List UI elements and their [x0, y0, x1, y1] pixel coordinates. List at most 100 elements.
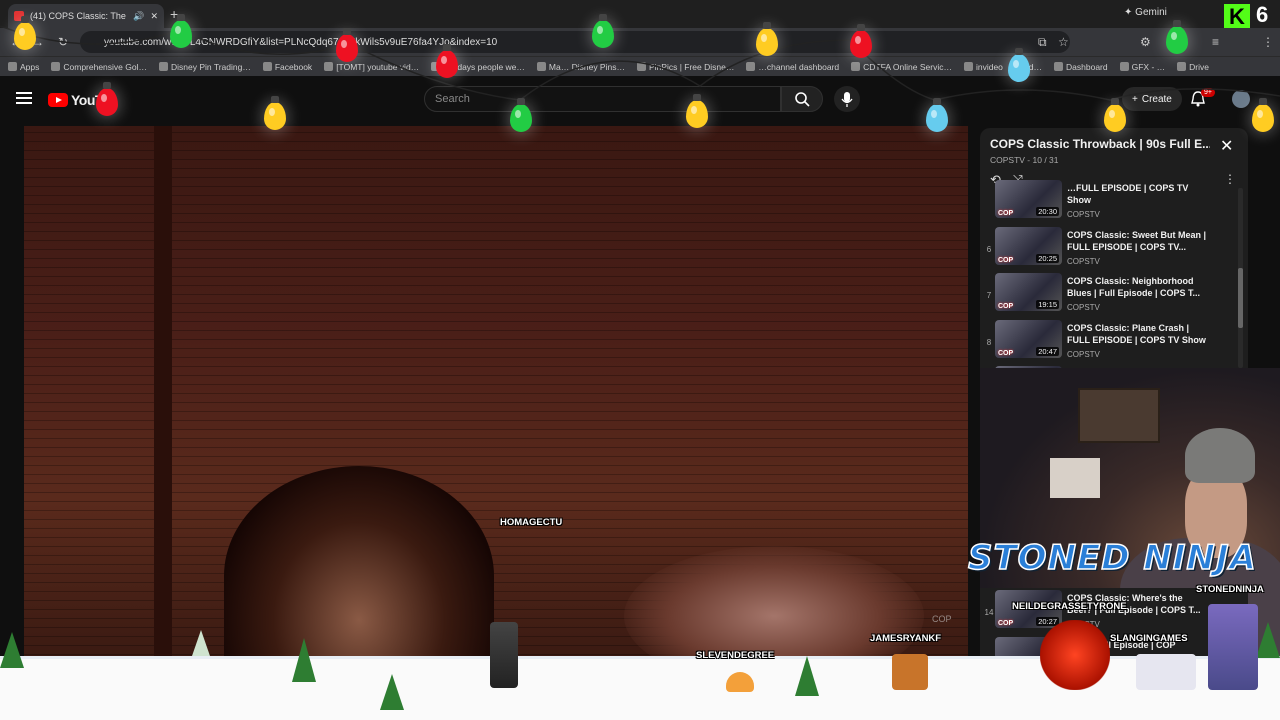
- screen: (41) COPS Classic: The Losi 🔊 ✕ + ✦ Gemi…: [0, 0, 1280, 720]
- bookmark-item[interactable]: Facebook: [262, 62, 312, 72]
- bookmark-label: Ma… Disney Pins…: [548, 61, 625, 72]
- playlist-item-channel: COPSTV: [1067, 210, 1100, 219]
- cop-logo: COP: [998, 620, 1014, 627]
- playlist-item[interactable]: 6 COP 20:25 COPS Classic: Sweet But Mean | …: [980, 225, 1238, 271]
- bookmark-item[interactable]: GFX - …: [1119, 62, 1165, 72]
- kick-count: 6: [1256, 2, 1269, 27]
- bookmark-star-icon[interactable]: ☆: [1058, 35, 1069, 49]
- light-bulb: [264, 96, 286, 130]
- tree-icon: [0, 632, 24, 668]
- close-playlist-icon[interactable]: ✕: [1220, 136, 1233, 156]
- playlist-item-thumbnail[interactable]: COP 20:47: [995, 319, 1062, 358]
- light-bulb: [510, 98, 532, 132]
- bookmark-favicon-icon: [636, 62, 646, 71]
- playlist-item-thumbnail[interactable]: COP 19:15: [995, 273, 1062, 311]
- tree-icon: [1256, 622, 1280, 658]
- kebab-icon[interactable]: ⋮: [1262, 35, 1274, 49]
- url-bar[interactable]: youtube.com/w… =L4GNWRDGfiY&list=PLNcQdq…: [80, 31, 1070, 53]
- bookmark-item[interactable]: Dashboard: [1054, 62, 1108, 72]
- bookmark-item[interactable]: CDTFA Online Servic…: [851, 62, 952, 72]
- tree-icon: [292, 638, 316, 682]
- tab-title: (41) COPS Classic: The Losi: [30, 11, 127, 21]
- plus-icon: +: [1132, 93, 1138, 105]
- bookmark-favicon-icon: [8, 62, 17, 71]
- avatar-sprite-soldier: [490, 622, 518, 688]
- bookmark-favicon-icon: [1054, 62, 1064, 71]
- search-input[interactable]: Search: [424, 86, 781, 112]
- avatar[interactable]: [1232, 90, 1250, 108]
- bookmark-label: Dashboard: [1066, 61, 1108, 72]
- microphone-icon: [841, 92, 853, 107]
- playlist-item-title[interactable]: …FULL EPISODE | COPS TV Show: [1067, 182, 1207, 206]
- light-bulb: [170, 14, 192, 48]
- gemini-label: Gemini: [1135, 7, 1167, 18]
- voice-search-button[interactable]: [834, 86, 860, 112]
- playlist-item[interactable]: COP 20:30 …FULL EPISODE | COPS TV Show COPS…: [980, 178, 1238, 224]
- bookmark-favicon-icon: [324, 62, 334, 71]
- light-bulb: [14, 16, 36, 50]
- bookmark-item[interactable]: Drive: [1177, 62, 1209, 72]
- light-bulb: [850, 24, 872, 58]
- bookmark-favicon-icon: [1119, 62, 1129, 71]
- avatar-sprite-ironman: [1040, 620, 1110, 690]
- bookmark-item[interactable]: Ma… Disney Pins…: [536, 61, 625, 72]
- chat-name: JAMESRYANKF: [870, 633, 942, 644]
- bookmark-item[interactable]: Apps: [8, 62, 39, 72]
- light-bulb: [592, 14, 614, 48]
- browser-tabbar: (41) COPS Classic: The Losi 🔊 ✕ + ✦ Gemi…: [0, 0, 1280, 30]
- playlist-item-thumbnail[interactable]: COP 20:25: [995, 226, 1062, 265]
- playlist-item-title[interactable]: COPS Classic: Neighborhood Blues | Full …: [1067, 275, 1207, 299]
- bookmark-item[interactable]: PinPics | Free Disne…: [636, 61, 735, 72]
- reload-icon[interactable]: ↻: [58, 35, 68, 49]
- install-icon[interactable]: ⧉: [1038, 35, 1047, 50]
- playlist-item-channel: COPSTV: [1067, 349, 1100, 359]
- chat-name: SLANGINGAMES: [1110, 633, 1188, 644]
- playlist-item-title[interactable]: COPS Classic: Plane Crash | FULL EPISODE…: [1067, 322, 1207, 346]
- playlist-item-index: 8: [986, 337, 992, 347]
- chat-name: NEILDEGRASSETYRONE: [1012, 601, 1127, 612]
- speaker-icon[interactable]: 🔊: [133, 11, 144, 22]
- avatar-sprite-animals: [1136, 654, 1196, 690]
- duration-badge: 20:25: [1036, 253, 1059, 263]
- light-bulb: [756, 22, 778, 56]
- bookmark-label: …channel dashboard: [758, 61, 840, 72]
- kick-logo: K: [1224, 4, 1250, 30]
- bookmark-label: CDTFA Online Servic…: [863, 61, 952, 72]
- playlist-item-index: 14: [984, 608, 994, 617]
- bookmark-favicon-icon: [746, 62, 756, 71]
- cop-logo: COP: [998, 256, 1014, 264]
- light-bulb: [1008, 48, 1030, 82]
- gemini-button[interactable]: ✦ Gemini: [1124, 7, 1167, 18]
- playlist-title[interactable]: COPS Classic Throwback | 90s Full E...: [990, 137, 1210, 151]
- bookmark-favicon-icon: [536, 62, 546, 71]
- hamburger-menu-icon[interactable]: [16, 92, 32, 104]
- bookmark-label: invideo: [975, 61, 1003, 72]
- bookmark-item[interactable]: [TOMT] youtube vid…: [324, 62, 419, 72]
- playlist-item[interactable]: 7 COP 19:15 COPS Classic: Neighborhood Blue…: [980, 271, 1238, 317]
- video-player[interactable]: COP: [24, 126, 968, 660]
- search-placeholder: Search: [435, 93, 470, 105]
- search-button[interactable]: [781, 86, 823, 112]
- playlist-item-thumbnail[interactable]: COP 20:30: [995, 180, 1062, 218]
- menu-icon[interactable]: ≡: [1212, 35, 1219, 49]
- bookmark-label: PinPics | Free Disne…: [648, 61, 735, 72]
- playlist-item-title[interactable]: COPS Classic: Sweet But Mean | FULL EPIS…: [1067, 229, 1207, 253]
- bookmark-item[interactable]: Disney Pin Trading…: [159, 62, 251, 72]
- bookmark-item[interactable]: Comprehensive Gol…: [51, 62, 147, 72]
- url-text: youtube.com/w… =L4GNWRDGfiY&list=PLNcQdq…: [104, 36, 498, 48]
- duration-badge: 19:15: [1036, 300, 1059, 309]
- playlist-scrollbar[interactable]: [1238, 188, 1243, 368]
- extensions-icon[interactable]: ⚙: [1140, 35, 1151, 49]
- bookmark-label: Apps: [20, 61, 40, 72]
- tree-icon: [380, 674, 404, 710]
- bookmark-item[interactable]: invideo: [963, 61, 1003, 72]
- bookmark-item[interactable]: …channel dashboard: [746, 62, 839, 72]
- chat-name: HOMAGECTU: [500, 517, 563, 528]
- video-frame-person: [224, 466, 494, 660]
- avatar-sprite-blob: [726, 672, 754, 692]
- create-button[interactable]: + Create: [1122, 87, 1182, 111]
- close-tab-icon[interactable]: ✕: [150, 11, 158, 22]
- scrollbar-thumb[interactable]: [1238, 268, 1243, 328]
- tree-icon: [795, 656, 819, 696]
- playlist-item[interactable]: 8 COP 20:47 COPS Classic: Plane Crash | FUL…: [980, 318, 1238, 364]
